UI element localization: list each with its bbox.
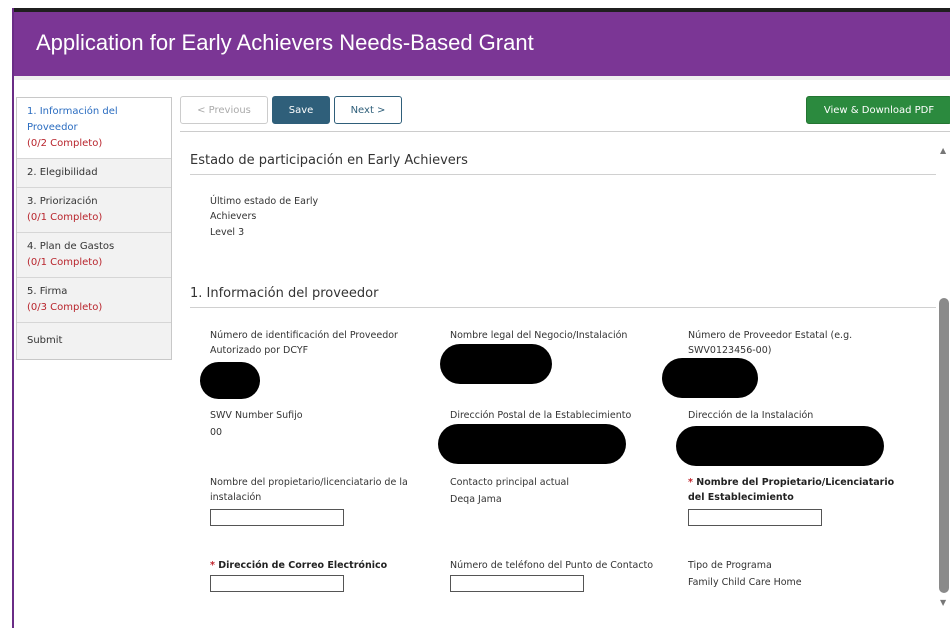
required-marker: * [210,560,215,571]
required-marker: * [688,477,693,488]
ea-status-label-line: Achievers [210,211,257,222]
facility-address-label: Dirección de la Instalación [688,410,814,421]
redacted-value [438,424,626,464]
program-type-value: Family Child Care Home [688,577,802,588]
label-line: instalación [210,492,262,503]
redacted-value [200,362,260,399]
redacted-value [440,344,552,384]
required-owner-name-input[interactable] [688,509,822,526]
sidebar-item-provider-info[interactable]: 1. Información del Proveedor (0/2 Comple… [17,98,171,159]
postal-address-label: Dirección Postal de la Establecimiento [450,410,632,421]
ea-status-label-line: Último estado de Early [210,196,319,207]
ea-status-value: Level 3 [210,227,245,238]
program-type-label: Tipo de Programa [688,560,772,571]
sidebar-item-prioritization[interactable]: 3. Priorización (0/1 Completo) [17,188,171,233]
next-button[interactable]: Next > [334,96,402,124]
legal-name-label: Nombre legal del Negocio/Instalación [450,330,628,341]
contact-value: Deqa Jama [450,494,502,505]
label-line: Autorizado por DCYF [210,345,309,356]
sidebar-item-submit[interactable]: Submit [17,323,171,359]
sidebar: 1. Información del Proveedor (0/2 Comple… [16,97,172,360]
owner-name-label: Nombre del propietario/licenciatario de … [210,475,408,505]
sidebar-item-eligibility[interactable]: 2. Elegibilidad [17,159,171,188]
phone-input[interactable] [450,575,584,592]
phone-label: Número de teléfono del Punto de Contacto [450,560,654,571]
sidebar-item-label: 5. Firma [27,286,68,297]
save-button[interactable]: Save [272,96,330,124]
sidebar-item-count: (0/3 Completo) [27,302,103,313]
section-divider [190,174,936,175]
label-text: Nombre del Propietario/Licenciatario [696,477,895,488]
previous-button[interactable]: < Previous [180,96,268,124]
section-divider [190,307,936,308]
label-line: * Nombre del Propietario/Licenciatario [688,475,894,490]
scroll-down-icon[interactable]: ▼ [940,598,946,607]
redacted-value [662,358,758,398]
page-title: Application for Early Achievers Needs-Ba… [36,30,534,55]
header-divider [14,76,950,80]
sidebar-item-spending-plan[interactable]: 4. Plan de Gastos (0/1 Completo) [17,233,171,278]
form-content: Estado de participación en Early Achieve… [180,132,936,636]
required-owner-name-label: * Nombre del Propietario/Licenciatario d… [688,475,894,505]
sidebar-item-label: 2. Elegibilidad [27,167,98,178]
scrollbar-thumb[interactable] [939,298,949,593]
swv-suffix-label: SWV Number Sufijo [210,410,303,421]
sidebar-item-signature[interactable]: 5. Firma (0/3 Completo) [17,278,171,323]
label-line: del Establecimiento [688,492,794,503]
scroll-up-icon[interactable]: ▲ [940,146,946,155]
email-label: * Dirección de Correo Electrónico [210,558,387,573]
app-frame: Application for Early Achievers Needs-Ba… [12,8,950,628]
sidebar-item-count: (0/1 Completo) [27,257,103,268]
ea-status-label: Último estado de Early Achievers [210,194,318,224]
sidebar-item-count: (0/1 Completo) [27,212,103,223]
sidebar-item-label: Submit [27,335,63,346]
app-header: Application for Early Achievers Needs-Ba… [14,8,950,76]
provider-section-title: 1. Información del proveedor [190,286,379,301]
status-section-title: Estado de participación en Early Achieve… [190,153,468,168]
dcyf-provider-id-label: Número de identificación del Proveedor A… [210,328,398,358]
redacted-value [676,426,884,466]
sidebar-item-count: (0/2 Completo) [27,138,103,149]
email-input[interactable] [210,575,344,592]
label-line: Número de Proveedor Estatal (e.g. [688,330,853,341]
label-line: Nombre del propietario/licenciatario de … [210,477,408,488]
sidebar-item-label: 3. Priorización [27,196,98,207]
sidebar-item-label: 4. Plan de Gastos [27,241,115,252]
state-provider-number-label: Número de Proveedor Estatal (e.g. SWV012… [688,328,852,358]
label-line: Número de identificación del Proveedor [210,330,398,341]
sidebar-item-label: 1. Información del Proveedor [27,106,118,133]
label-text: Dirección de Correo Electrónico [218,560,388,571]
view-download-pdf-button[interactable]: View & Download PDF [806,96,950,124]
swv-suffix-value: 00 [210,427,223,438]
owner-name-input[interactable] [210,509,344,526]
contact-label: Contacto principal actual [450,477,570,488]
label-line: SWV0123456-00) [688,345,772,356]
